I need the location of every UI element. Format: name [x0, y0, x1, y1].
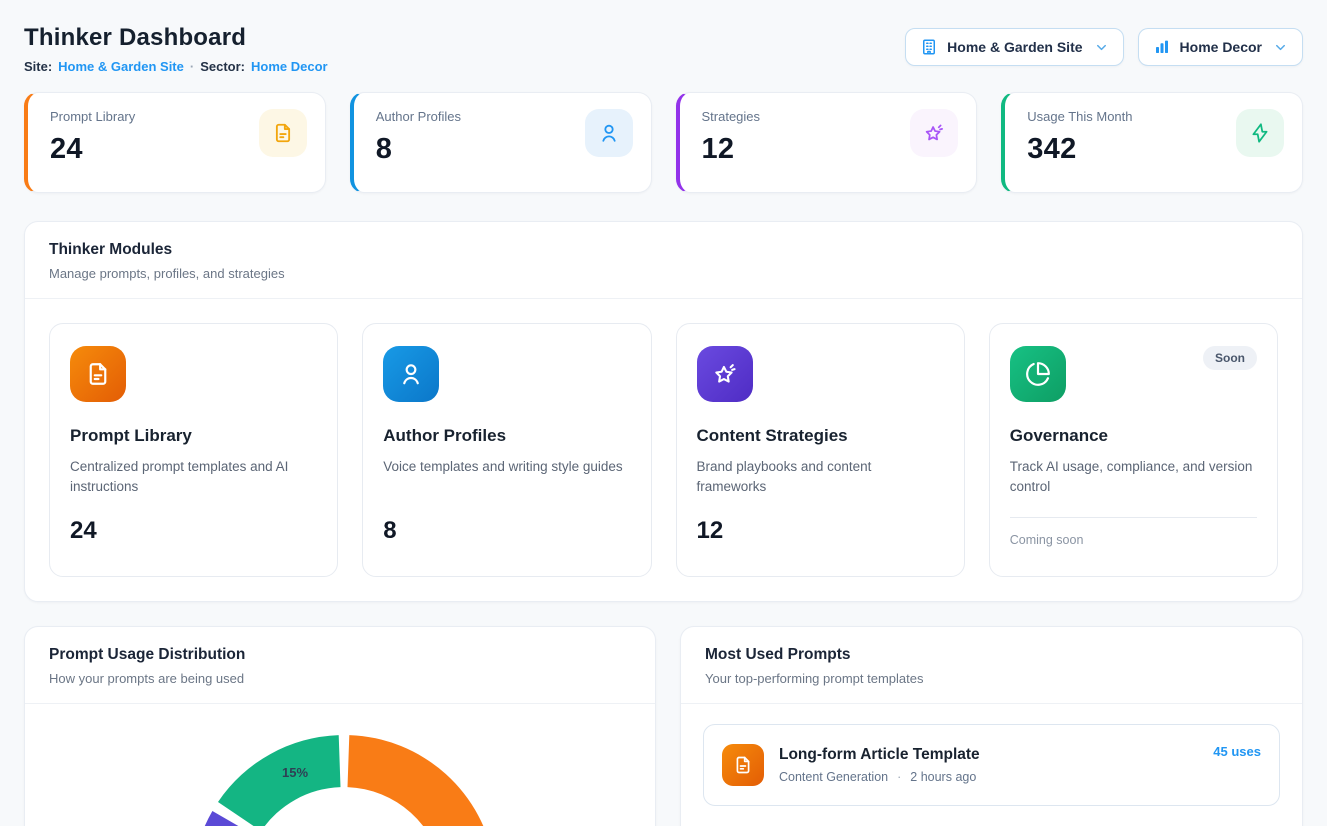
donut-segment-green [218, 735, 341, 826]
stat-text: Strategies 12 [702, 109, 761, 166]
module-card-prompt-library[interactable]: Prompt Library Centralized prompt templa… [49, 323, 338, 577]
sector-label: Sector: [200, 59, 245, 74]
module-top-row: Soon [1010, 346, 1257, 402]
stat-text: Author Profiles 8 [376, 109, 461, 166]
chevron-down-icon [1094, 40, 1109, 55]
stat-card-strategies: Strategies 12 [676, 92, 978, 193]
modules-grid: Prompt Library Centralized prompt templa… [25, 299, 1302, 601]
usage-distribution-panel: Prompt Usage Distribution How your promp… [24, 626, 656, 826]
stat-value: 24 [50, 133, 135, 166]
stat-text: Prompt Library 24 [50, 109, 135, 166]
module-title: Author Profiles [383, 426, 630, 446]
stat-card-usage: Usage This Month 342 [1001, 92, 1303, 193]
module-card-governance[interactable]: Soon Governance Track AI usage, complian… [989, 323, 1278, 577]
prompt-time: 2 hours ago [910, 770, 976, 784]
thinker-modules-panel: Thinker Modules Manage prompts, profiles… [24, 221, 1303, 602]
sector-selector-dropdown[interactable]: Home Decor [1138, 28, 1303, 66]
coming-soon-text: Coming soon [1010, 533, 1257, 547]
sector-selector-label: Home Decor [1180, 39, 1262, 55]
prompt-info: Long-form Article Template Content Gener… [779, 746, 1198, 784]
module-description: Track AI usage, compliance, and version … [1010, 457, 1257, 499]
zap-icon [1236, 109, 1284, 157]
module-stat: 12 [697, 517, 944, 545]
site-selector-dropdown[interactable]: Home & Garden Site [905, 28, 1123, 66]
stat-card-author-profiles: Author Profiles 8 [350, 92, 652, 193]
stat-cards-row: Prompt Library 24 Author Profiles 8 Stra… [24, 92, 1303, 193]
user-icon [383, 346, 439, 402]
donut-chart-svg: 15% [25, 704, 655, 826]
header-titles: Thinker Dashboard Site: Home & Garden Si… [24, 24, 328, 74]
separator-dot: · [190, 59, 194, 74]
site-selector-label: Home & Garden Site [947, 39, 1082, 55]
chevron-down-icon [1273, 40, 1288, 55]
modules-title: Thinker Modules [49, 241, 1278, 259]
soon-badge: Soon [1203, 346, 1257, 370]
module-description: Brand playbooks and content frameworks [697, 457, 944, 499]
pie-chart-icon [1010, 346, 1066, 402]
prompt-item-meta: Content Generation · 2 hours ago [779, 770, 1198, 784]
dashboard-page: Thinker Dashboard Site: Home & Garden Si… [0, 0, 1327, 826]
stat-label: Prompt Library [50, 109, 135, 124]
stat-value: 12 [702, 133, 761, 166]
document-icon [722, 744, 764, 786]
most-used-prompts-panel: Most Used Prompts Your top-performing pr… [680, 626, 1303, 826]
module-stat: 24 [70, 517, 317, 545]
prompt-list-item[interactable]: Long-form Article Template Content Gener… [703, 724, 1280, 806]
page-header: Thinker Dashboard Site: Home & Garden Si… [24, 24, 1303, 74]
bar-chart-icon [1153, 38, 1171, 56]
page-title: Thinker Dashboard [24, 24, 328, 52]
stat-value: 8 [376, 133, 461, 166]
building-icon [920, 38, 938, 56]
usage-title: Prompt Usage Distribution [49, 646, 631, 664]
bottom-row: Prompt Usage Distribution How your promp… [24, 626, 1303, 826]
stat-text: Usage This Month 342 [1027, 109, 1132, 166]
user-icon [585, 109, 633, 157]
document-icon [70, 346, 126, 402]
sparkle-star-icon [697, 346, 753, 402]
stat-value: 342 [1027, 133, 1132, 166]
stat-label: Strategies [702, 109, 761, 124]
site-label: Site: [24, 59, 52, 74]
prompt-item-title: Long-form Article Template [779, 746, 1198, 764]
stat-label: Author Profiles [376, 109, 461, 124]
separator-dot: · [897, 770, 901, 784]
module-stat: 8 [383, 517, 630, 545]
modules-header: Thinker Modules Manage prompts, profiles… [25, 222, 1302, 299]
site-link[interactable]: Home & Garden Site [58, 59, 184, 74]
usage-header: Prompt Usage Distribution How your promp… [25, 627, 655, 704]
prompt-uses-count: 45 uses [1213, 744, 1261, 759]
stat-label: Usage This Month [1027, 109, 1132, 124]
module-card-content-strategies[interactable]: Content Strategies Brand playbooks and c… [676, 323, 965, 577]
prompts-title: Most Used Prompts [705, 646, 1278, 664]
module-title: Prompt Library [70, 426, 317, 446]
module-description: Voice templates and writing style guides [383, 457, 630, 499]
prompts-subtitle: Your top-performing prompt templates [705, 671, 1278, 686]
modules-subtitle: Manage prompts, profiles, and strategies [49, 266, 1278, 281]
donut-chart: 15% [25, 704, 655, 826]
module-title: Governance [1010, 426, 1257, 446]
stat-card-prompt-library: Prompt Library 24 [24, 92, 326, 193]
donut-segment-orange [348, 735, 497, 826]
prompt-category: Content Generation [779, 770, 888, 784]
prompt-list: Long-form Article Template Content Gener… [681, 704, 1302, 826]
sparkle-star-icon [910, 109, 958, 157]
module-card-author-profiles[interactable]: Author Profiles Voice templates and writ… [362, 323, 651, 577]
sector-link[interactable]: Home Decor [251, 59, 328, 74]
divider [1010, 517, 1257, 518]
breadcrumb: Site: Home & Garden Site · Sector: Home … [24, 59, 328, 74]
module-title: Content Strategies [697, 426, 944, 446]
donut-segment-label: 15% [282, 765, 308, 780]
header-selectors: Home & Garden Site Home Decor [905, 28, 1303, 66]
prompts-header: Most Used Prompts Your top-performing pr… [681, 627, 1302, 704]
usage-subtitle: How your prompts are being used [49, 671, 631, 686]
document-icon [259, 109, 307, 157]
module-description: Centralized prompt templates and AI inst… [70, 457, 317, 499]
